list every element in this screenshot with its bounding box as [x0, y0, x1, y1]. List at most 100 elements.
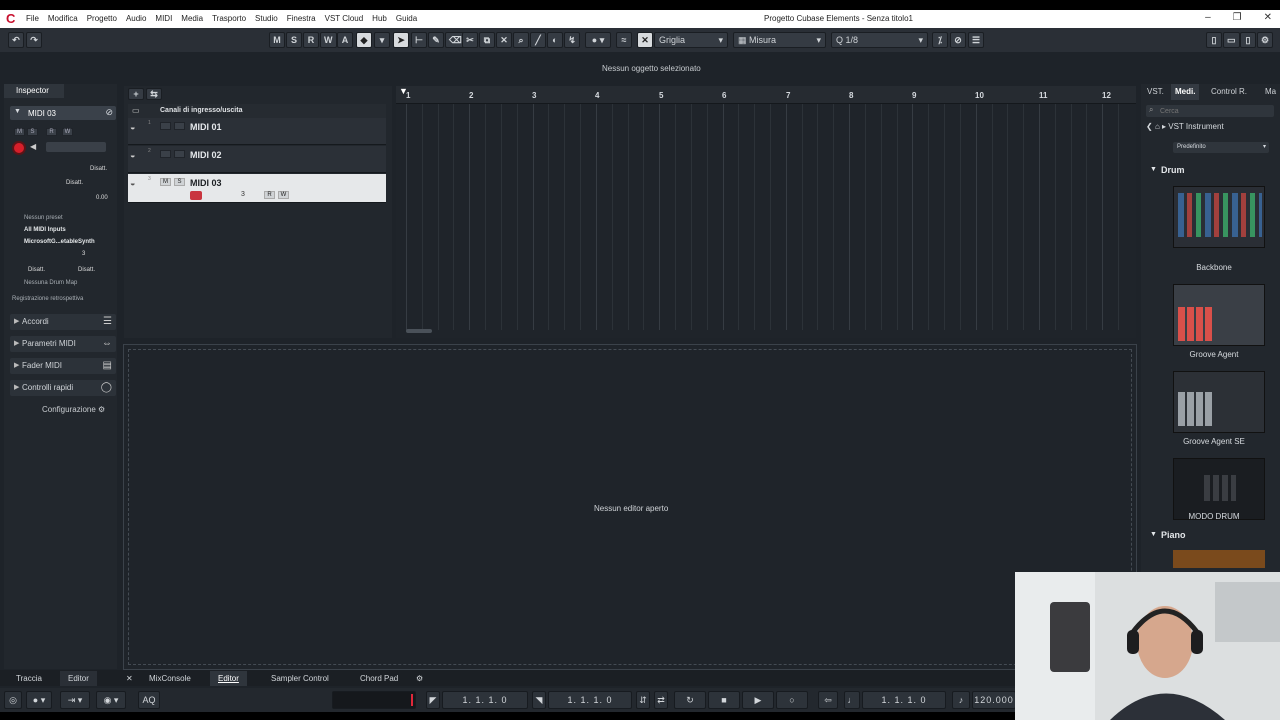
auto-scroll-icon[interactable]: ≈: [616, 32, 632, 48]
snap-toggle-button[interactable]: ✕: [637, 32, 653, 48]
menu-audio[interactable]: Audio: [126, 14, 146, 23]
menu-file[interactable]: File: [26, 14, 39, 23]
tab-chord-pad[interactable]: Chord Pad: [352, 671, 406, 686]
mute-button[interactable]: [160, 150, 171, 158]
midi-channel[interactable]: 3: [82, 251, 85, 257]
reset-quantize-icon[interactable]: ⊘: [950, 32, 966, 48]
menu-guida[interactable]: Guida: [396, 14, 417, 23]
tab-sampler-control[interactable]: Sampler Control: [263, 671, 337, 686]
auto-quantize-icon[interactable]: AQ: [138, 691, 160, 709]
automation-state-button[interactable]: A: [337, 32, 353, 48]
time-format-icon[interactable]: ♩: [844, 691, 860, 709]
tab-editor[interactable]: Editor: [210, 671, 247, 686]
pre-roll-icon[interactable]: ⇄: [654, 691, 668, 709]
mute-button[interactable]: M: [14, 128, 25, 136]
pan-value[interactable]: Disatt.: [66, 180, 83, 186]
tab-traccia[interactable]: Traccia: [8, 671, 50, 686]
home-icon[interactable]: ⌂: [1155, 122, 1160, 131]
position-display[interactable]: 1. 1. 1. 0: [862, 691, 946, 709]
color-menu-icon[interactable]: ● ▾: [585, 32, 611, 48]
undo-button[interactable]: ↶: [8, 32, 24, 48]
track-list-menu-icon[interactable]: ⇆: [146, 88, 162, 100]
cycle-button[interactable]: ↻: [674, 691, 706, 709]
project-cursor-icon[interactable]: ▼: [399, 86, 408, 96]
minimize-icon[interactable]: –: [1205, 12, 1211, 23]
stop-button[interactable]: ■: [708, 691, 740, 709]
play-button[interactable]: ▶: [742, 691, 774, 709]
constrain-delay-button[interactable]: ◆: [356, 32, 372, 48]
right-locator-icon[interactable]: ◥: [532, 691, 546, 709]
maximize-icon[interactable]: ❐: [1233, 12, 1242, 23]
midi-input[interactable]: All MIDI Inputs: [24, 227, 66, 233]
retrospective-record[interactable]: Registrazione retrospettiva: [12, 296, 83, 302]
menu-hub[interactable]: Hub: [372, 14, 387, 23]
edit-instrument-icon[interactable]: ⊘: [105, 107, 113, 118]
setup-window-layout-icon[interactable]: ⚙: [1257, 32, 1274, 48]
left-locator-display[interactable]: 1. 1. 1. 0: [442, 691, 528, 709]
range-tool-icon[interactable]: ⊢: [411, 32, 427, 48]
read-state-button[interactable]: R: [303, 32, 319, 48]
bank-value[interactable]: Disatt.: [28, 267, 45, 273]
track-row-selected[interactable]: ◒ 3 M S MIDI 03 3 R W: [128, 174, 386, 203]
midi-output[interactable]: MicrosoftG...etableSynth: [24, 239, 95, 245]
close-lower-zone-icon[interactable]: ✕: [118, 671, 141, 686]
settings-icon[interactable]: ◎: [4, 691, 22, 709]
line-tool-icon[interactable]: ╱: [530, 32, 546, 48]
section-drum[interactable]: ▼ Drum: [1147, 162, 1277, 178]
tab-meter[interactable]: Ma: [1261, 84, 1280, 100]
section-accordi[interactable]: ▶ Accordi ☰: [10, 314, 116, 330]
section-piano[interactable]: ▼ Piano: [1147, 527, 1277, 543]
write-button[interactable]: W: [62, 128, 73, 136]
menu-modifica[interactable]: Modifica: [48, 14, 78, 23]
mute-state-button[interactable]: M: [269, 32, 285, 48]
drum-map-value[interactable]: Nessuna Drum Map: [24, 280, 77, 286]
record-button[interactable]: ○: [776, 691, 808, 709]
breadcrumb-path[interactable]: VST Instrument: [1168, 122, 1223, 131]
menu-studio[interactable]: Studio: [255, 14, 278, 23]
search-input[interactable]: [1160, 106, 1260, 116]
metronome-mode-icon[interactable]: ◉ ▾: [96, 691, 126, 709]
ruler[interactable]: 1 2 3 4 5 6 7 8 9 10 11 12 ▼: [396, 86, 1136, 104]
record-enable-button[interactable]: [190, 191, 202, 200]
quantize-panel-icon[interactable]: ☰: [968, 32, 985, 48]
read-button[interactable]: R: [264, 191, 275, 199]
redo-button[interactable]: ↷: [26, 32, 42, 48]
menu-finestra[interactable]: Finestra: [287, 14, 316, 23]
horizontal-scrollbar[interactable]: [406, 329, 432, 333]
solo-button[interactable]: S: [27, 128, 38, 136]
close-icon[interactable]: ✕: [1264, 12, 1272, 23]
solo-button[interactable]: [174, 122, 185, 130]
lower-zone-toggle-icon[interactable]: ▭: [1223, 32, 1240, 48]
configuration-link[interactable]: Configurazione ⚙: [42, 405, 105, 414]
inspector-track-header[interactable]: ▼ MIDI 03 ⊘: [10, 106, 116, 120]
split-tool-icon[interactable]: ✂: [462, 32, 478, 48]
iterative-quantize-icon[interactable]: ⁒: [932, 32, 948, 48]
piano-thumbnail[interactable]: [1173, 550, 1265, 568]
mute-button[interactable]: M: [160, 178, 171, 186]
program-value[interactable]: Disatt.: [78, 267, 95, 273]
section-fader-midi[interactable]: ▶ Fader MIDI ▤: [10, 358, 116, 374]
right-locator-display[interactable]: 1. 1. 1. 0: [548, 691, 632, 709]
inspector-tab[interactable]: Inspector: [4, 84, 64, 98]
gear-icon[interactable]: ⚙: [408, 671, 431, 686]
groove-agent-thumbnail[interactable]: [1173, 284, 1265, 346]
tab-media[interactable]: Medi.: [1171, 84, 1200, 100]
comp-tool-icon[interactable]: ↯: [564, 32, 580, 48]
menu-progetto[interactable]: Progetto: [87, 14, 117, 23]
glue-tool-icon[interactable]: ⧉: [479, 32, 495, 48]
constrain-dropdown-icon[interactable]: ▾: [374, 32, 390, 48]
tab-vst[interactable]: VST.: [1143, 84, 1168, 100]
object-selection-tool[interactable]: ➤: [393, 32, 409, 48]
section-controlli-rapidi[interactable]: ▶ Controlli rapidi ◯: [10, 380, 116, 396]
mute-button[interactable]: [160, 122, 171, 130]
project-event-display[interactable]: 1 2 3 4 5 6 7 8 9 10 11 12 ▼: [396, 86, 1136, 338]
tab-mixconsole[interactable]: MixConsole: [141, 671, 199, 686]
swap-locators-icon[interactable]: ⇵: [636, 691, 650, 709]
folder-track[interactable]: ▭ Canali di ingresso/uscita: [128, 104, 386, 118]
preset-filter-dropdown[interactable]: Predefinito ▾: [1173, 142, 1269, 153]
menu-trasporto[interactable]: Trasporto: [212, 14, 246, 23]
left-locator-icon[interactable]: ◤: [426, 691, 440, 709]
input-field[interactable]: [46, 142, 106, 152]
solo-state-button[interactable]: S: [286, 32, 302, 48]
write-button[interactable]: W: [278, 191, 289, 199]
